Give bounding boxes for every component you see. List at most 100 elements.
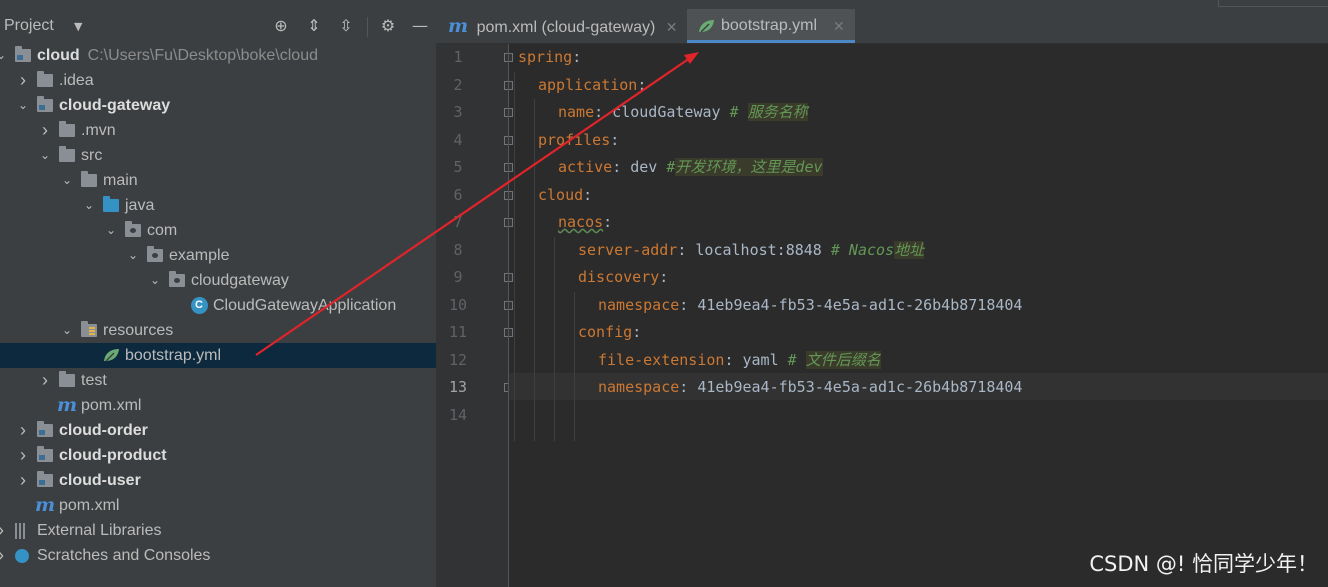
tree-item-label: CloudGatewayApplication	[213, 297, 397, 314]
close-icon[interactable]: ✕	[833, 9, 845, 43]
chevron-down-icon[interactable]: ⌄	[149, 268, 161, 293]
code-line[interactable]: name: cloudGateway # 服务名称	[558, 99, 808, 126]
tree-item[interactable]: ⌄ com	[0, 218, 436, 243]
code-line[interactable]: server-addr: localhost:8848 # Nacos地址	[578, 237, 925, 264]
tree-item[interactable]: › External Libraries	[0, 518, 436, 543]
yaml-comment: # Nacos地址	[821, 240, 925, 259]
line-number: 4	[453, 130, 463, 149]
tree-item[interactable]: ⌄ cloud C:\Users\Fu\Desktop\boke\cloud	[0, 43, 436, 68]
line-number: 1	[453, 48, 463, 66]
code-line[interactable]: application:	[538, 72, 646, 99]
gutter-divider	[508, 44, 509, 587]
chevron-down-icon[interactable]: ⌄	[127, 243, 139, 268]
project-view-title[interactable]: Project	[4, 17, 54, 35]
source-folder-icon	[103, 196, 119, 212]
tree-item[interactable]: ⌄ cloudgateway	[0, 268, 436, 293]
tree-item[interactable]: ⌄ src	[0, 143, 436, 168]
tree-item[interactable]: › Scratches and Consoles	[0, 543, 436, 568]
code-line[interactable]: nacos:	[558, 209, 612, 236]
chevron-down-icon[interactable]: ⌄	[17, 93, 29, 118]
collapse-all-icon[interactable]: ⇳	[336, 16, 356, 36]
tree-item[interactable]: ⌄ example	[0, 243, 436, 268]
tree-item-label: .mvn	[81, 122, 116, 139]
tree-item-label: cloudgateway	[191, 272, 289, 289]
yaml-key: namespace	[598, 295, 680, 314]
gear-icon[interactable]: ⚙	[378, 16, 398, 36]
tree-item-label: cloud-user	[59, 472, 141, 489]
chevron-right-icon[interactable]: ›	[39, 368, 51, 393]
line-number: 6	[453, 185, 463, 204]
tree-item[interactable]: bootstrap.yml	[0, 343, 436, 368]
tree-item-label: com	[147, 222, 178, 239]
target-icon[interactable]: ⊕	[271, 16, 291, 36]
chevron-down-icon[interactable]: ⌄	[83, 193, 95, 218]
chevron-right-icon[interactable]: ›	[17, 443, 29, 468]
chevron-down-icon[interactable]: ⌄	[61, 318, 73, 343]
line-number: 3	[453, 103, 463, 121]
tree-item[interactable]: m pom.xml	[0, 393, 436, 418]
tree-item[interactable]: CloudGatewayApplication	[0, 293, 436, 318]
code-line[interactable]: cloud:	[538, 182, 592, 209]
code-line[interactable]: namespace: 41eb9ea4-fb53-4e5a-ad1c-26b4b…	[598, 374, 1022, 401]
chevron-right-icon[interactable]: ›	[0, 543, 7, 568]
yaml-comment: # 文件后缀名	[778, 350, 881, 369]
package-icon	[147, 246, 163, 262]
tree-item-label: bootstrap.yml	[125, 347, 222, 364]
yaml-key: server-addr	[578, 240, 678, 259]
editor-tab-bar: m pom.xml (cloud-gateway) ✕ bootstrap.ym…	[436, 9, 1328, 44]
tab-bootstrap-yml[interactable]: bootstrap.yml ✕	[687, 9, 855, 43]
tree-item[interactable]: › .idea	[0, 68, 436, 93]
code-line[interactable]: active: dev #开发环境，这里是dev	[558, 154, 823, 181]
tree-item[interactable]: › test	[0, 368, 436, 393]
yaml-key: spring	[518, 48, 573, 66]
tree-item[interactable]: › cloud-user	[0, 468, 436, 493]
chevron-right-icon[interactable]: ›	[0, 518, 7, 543]
maven-icon: m	[448, 15, 469, 37]
chevron-down-icon[interactable]: ⌄	[105, 218, 117, 243]
tree-item[interactable]: ⌄ main	[0, 168, 436, 193]
code-line[interactable]: profiles:	[538, 127, 619, 154]
code-line[interactable]: file-extension: yaml # 文件后缀名	[598, 347, 881, 374]
close-icon[interactable]: ✕	[666, 19, 678, 35]
module-icon	[37, 471, 53, 487]
minimize-icon[interactable]: —	[410, 16, 430, 36]
yaml-colon: :	[594, 103, 604, 121]
tree-item-label: example	[169, 247, 230, 264]
expand-all-icon[interactable]: ⇕	[304, 16, 324, 36]
yaml-key: file-extension	[598, 350, 725, 369]
code-line[interactable]: config:	[578, 319, 641, 346]
line-number: 12	[448, 350, 468, 369]
tree-item[interactable]: ⌄ cloud-gateway	[0, 93, 436, 118]
yaml-value: dev	[621, 158, 658, 176]
yaml-colon: :	[637, 75, 647, 94]
chevron-right-icon[interactable]: ›	[39, 118, 51, 143]
tree-item[interactable]: › .mvn	[0, 118, 436, 143]
tree-item-label: test	[81, 372, 107, 389]
code-line[interactable]: discovery:	[578, 264, 668, 291]
tree-item[interactable]: › cloud-product	[0, 443, 436, 468]
tab-pom-xml[interactable]: m pom.xml (cloud-gateway) ✕	[436, 9, 686, 43]
code-line[interactable]: namespace: 41eb9ea4-fb53-4e5a-ad1c-26b4b…	[598, 292, 1022, 319]
chevron-down-icon[interactable]: ⌄	[61, 168, 73, 193]
chevron-down-icon[interactable]: ⌄	[0, 43, 7, 68]
chevron-right-icon[interactable]: ›	[17, 418, 29, 443]
project-panel-header: Project ▼ ⊕ ⇕ ⇳ ⚙ —	[0, 9, 436, 43]
chevron-down-icon[interactable]: ⌄	[39, 143, 51, 168]
chevron-down-icon[interactable]: ▼	[74, 20, 82, 33]
yaml-key: cloud	[538, 185, 584, 204]
tree-item[interactable]: m pom.xml	[0, 493, 436, 518]
chevron-right-icon[interactable]: ›	[17, 468, 29, 493]
tree-item[interactable]: ⌄ java	[0, 193, 436, 218]
package-icon	[169, 271, 185, 287]
maven-icon: m	[35, 494, 56, 516]
package-icon	[125, 221, 141, 237]
line-number: 7	[453, 213, 463, 231]
code-editor[interactable]: 1 2 3 4 5 6 7 8 9 10 11 12 13 14 spring: application: n…	[436, 44, 1328, 587]
tab-label: bootstrap.yml	[721, 17, 818, 34]
folder-icon	[81, 171, 97, 187]
tree-item[interactable]: › cloud-order	[0, 418, 436, 443]
yaml-colon: :	[583, 185, 593, 204]
code-line[interactable]: spring:	[518, 44, 581, 71]
tree-item[interactable]: ⌄ resources	[0, 318, 436, 343]
chevron-right-icon[interactable]: ›	[17, 68, 29, 93]
